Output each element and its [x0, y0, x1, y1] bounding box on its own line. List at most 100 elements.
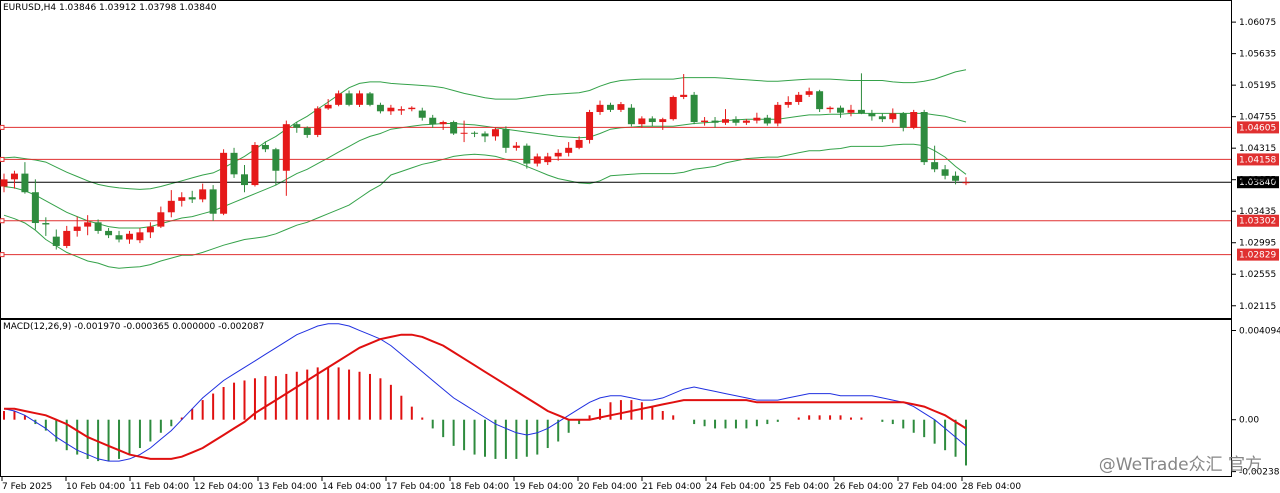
candle-body [910, 112, 918, 128]
level-handle [0, 252, 5, 258]
candle-body [899, 113, 907, 128]
time-tick-label: 7 Feb 2025 [2, 482, 52, 492]
candle-body [606, 104, 614, 110]
candle-body [512, 145, 520, 148]
candle-body [680, 94, 688, 97]
candle-body [63, 230, 71, 246]
level-price-label: 1.04158 [1239, 155, 1276, 165]
candle-body [931, 162, 939, 170]
candle-body [115, 235, 123, 240]
candle-body [105, 230, 113, 236]
candle-body [774, 104, 782, 124]
time-axis: 7 Feb 2025 10 Feb 04:00 11 Feb 04:00 12 Feb… [1, 477, 1021, 492]
candle-body [94, 222, 102, 231]
candle-body [251, 144, 259, 186]
candle-body [575, 139, 583, 148]
candle-body [711, 120, 719, 123]
watermark: @WeTrade众汇 官方 [1098, 455, 1262, 475]
time-tick-label: 24 Feb 04:00 [706, 482, 765, 492]
symbol-info-label: EURUSD,H4 1.03846 1.03912 1.03798 1.0384… [3, 3, 217, 13]
time-tick-label: 21 Feb 04:00 [642, 482, 701, 492]
candle-body [157, 212, 165, 227]
candle-body [481, 133, 489, 137]
candle-body [335, 93, 343, 105]
candle-body [125, 233, 133, 240]
time-tick-label: 25 Feb 04:00 [770, 482, 829, 492]
candle-body [617, 104, 625, 110]
candle-body [742, 120, 750, 123]
candle-body [356, 93, 364, 105]
candle-body [648, 118, 656, 123]
candle-body [837, 107, 845, 113]
candle-body [826, 107, 834, 110]
time-tick-label: 28 Feb 04:00 [962, 482, 1021, 492]
candle-body [638, 118, 646, 125]
candle-body [857, 109, 865, 114]
trading-chart[interactable]: 1.046051.041581.033021.028291.038401.060… [0, 0, 1280, 493]
price-tick-label: 1.03435 [1239, 207, 1276, 217]
candle-body [167, 200, 175, 213]
candle-body [554, 152, 562, 157]
candle-body [293, 124, 301, 128]
candle-body [282, 124, 290, 171]
time-tick-label: 18 Feb 04:00 [450, 482, 509, 492]
candle-body [941, 169, 949, 176]
candle-body [230, 152, 238, 175]
price-tick-label: 1.02995 [1239, 239, 1276, 249]
candle-body [21, 173, 29, 193]
time-tick-label: 12 Feb 04:00 [194, 482, 253, 492]
candle-body [84, 222, 92, 227]
candle-body [178, 197, 186, 201]
time-tick-label: 11 Feb 04:00 [130, 482, 189, 492]
candle-body [10, 173, 18, 180]
price-tick-label: 1.04755 [1239, 113, 1276, 123]
candle-body [439, 122, 447, 125]
candle-body [732, 119, 740, 123]
candle-body [722, 119, 729, 123]
candle-body [523, 145, 531, 164]
price-axis: 1.046051.041581.033021.028291.038401.060… [1231, 18, 1280, 478]
candle-body [376, 104, 384, 112]
candle-body [366, 93, 374, 105]
candle-body [450, 122, 458, 134]
candle-body [314, 108, 322, 135]
candle-body [847, 109, 855, 113]
level-handle [0, 156, 5, 162]
candle-body [429, 117, 437, 125]
candle-body [418, 110, 426, 118]
candle-body [31, 192, 39, 224]
candle-body [303, 127, 311, 135]
candle-body [146, 226, 154, 233]
candle-body [188, 197, 196, 200]
candle-body [136, 232, 144, 241]
macd-tick-label: 0.00 [1239, 416, 1259, 426]
candle-body [805, 91, 813, 95]
candle-body [889, 113, 897, 120]
candle-body [586, 112, 594, 140]
candle-body [701, 120, 709, 123]
candle-body [753, 117, 761, 121]
candle-body [408, 107, 416, 110]
candle-body [387, 107, 395, 112]
candle-body [659, 119, 667, 123]
time-tick-label: 10 Feb 04:00 [66, 482, 125, 492]
candle-body [471, 132, 479, 134]
macd-info-label: MACD(12,26,9) -0.001970 -0.000365 0.0000… [3, 322, 265, 332]
candle-body [669, 96, 677, 120]
candle-body [272, 149, 280, 171]
candle-body [690, 94, 698, 123]
candle-body [261, 144, 269, 150]
candle-body [920, 112, 928, 163]
candle-body [784, 101, 792, 105]
time-tick-label: 26 Feb 04:00 [834, 482, 893, 492]
candle-body [491, 129, 499, 137]
candle-body [878, 116, 886, 120]
candle-body [52, 236, 60, 246]
candle-body [199, 189, 207, 200]
candle-body [460, 132, 468, 134]
time-tick-label: 27 Feb 04:00 [898, 482, 957, 492]
level-handle [0, 218, 5, 224]
macd-panel[interactable] [0, 319, 1232, 477]
candle-body [73, 226, 81, 231]
candle-body [533, 156, 541, 164]
